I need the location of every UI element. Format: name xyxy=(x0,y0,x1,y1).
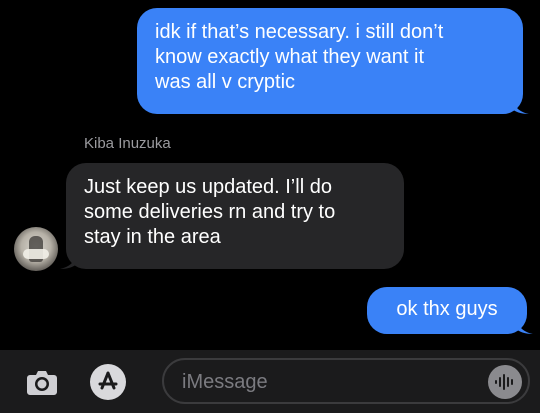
message-text-line: was all v cryptic xyxy=(155,71,296,93)
bubble-tail xyxy=(515,316,533,334)
incoming-message-bubble[interactable]: Just keep us updated. I’ll do some deliv… xyxy=(60,163,404,269)
bubble-tail xyxy=(60,251,78,269)
message-thread: idk if that’s necessary. i still don’t k… xyxy=(0,0,540,350)
message-text-line: stay in the area xyxy=(84,226,221,248)
outgoing-message-bubble[interactable]: idk if that’s necessary. i still don’t k… xyxy=(137,8,529,114)
camera-button[interactable] xyxy=(24,364,60,400)
message-text-line: know exactly what they want it xyxy=(155,46,425,68)
imessage-input-field[interactable] xyxy=(162,358,530,404)
message-text-line: idk if that’s necessary. i still don’t xyxy=(155,21,444,43)
app-store-icon xyxy=(98,371,118,390)
audio-message-button[interactable] xyxy=(488,365,522,399)
message-text-line: some deliveries rn and try to xyxy=(84,201,336,223)
outgoing-message-bubble[interactable]: ok thx guys xyxy=(367,287,533,334)
message-text: ok thx guys xyxy=(396,298,498,320)
message-input[interactable] xyxy=(182,369,462,395)
sender-name: Kiba Inuzuka xyxy=(84,135,171,152)
bubble-tail xyxy=(511,96,529,114)
message-text-line: Just keep us updated. I’ll do xyxy=(84,176,332,198)
app-store-button[interactable] xyxy=(90,364,126,400)
avatar-figure xyxy=(23,249,49,259)
audio-waveform-icon xyxy=(495,374,513,390)
camera-icon xyxy=(27,371,57,395)
contact-avatar[interactable] xyxy=(14,227,58,271)
